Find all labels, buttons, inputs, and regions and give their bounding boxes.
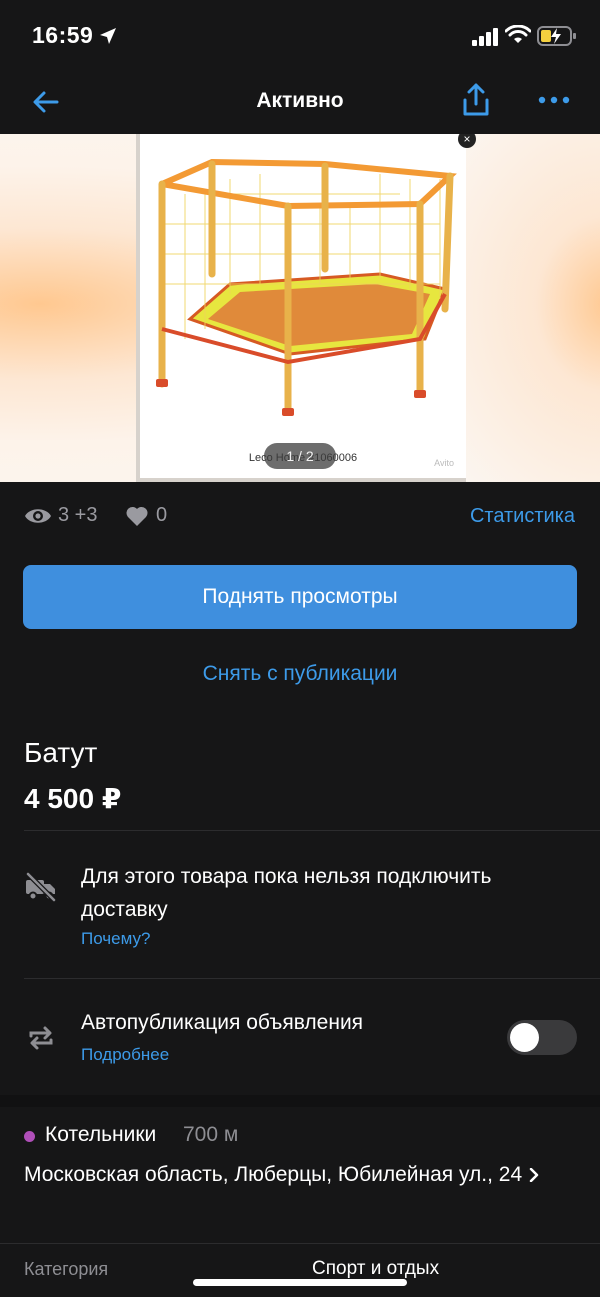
section-separator	[0, 1095, 600, 1107]
metro-distance: 700 м	[183, 1123, 239, 1146]
toggle-knob	[510, 1023, 539, 1052]
share-icon[interactable]	[459, 82, 493, 118]
screen: 16:59 Активно × Leco Avito 1 / 2 3 +3 0 …	[0, 0, 600, 1297]
cellular-signal-icon	[472, 28, 498, 46]
delivery-unavailable-text: Для этого товара пока нельзя подключить …	[81, 865, 492, 921]
divider	[24, 830, 600, 831]
delivery-disabled-icon	[26, 872, 56, 902]
home-indicator[interactable]	[193, 1279, 407, 1286]
heart-icon	[126, 506, 148, 526]
navigation-bar: Активно	[0, 70, 600, 134]
page-title: Активно	[256, 89, 344, 112]
eye-icon	[25, 509, 51, 523]
divider	[24, 978, 600, 979]
photo-watermark: Avito	[434, 458, 454, 468]
autopublish-toggle[interactable]	[507, 1020, 577, 1055]
address-link[interactable]: Московская область, Люберцы, Юбилейная у…	[24, 1159, 564, 1190]
views-count: 3 +3	[58, 504, 98, 526]
likes-count: 0	[156, 504, 168, 526]
statistics-link[interactable]: Статистика	[470, 505, 575, 528]
photo-counter: 1 / 2	[264, 443, 336, 469]
unpublish-link[interactable]: Снять с публикации	[0, 662, 600, 686]
photo-gallery[interactable]: × Leco Home #1060006 Avito 1 / 2	[0, 134, 600, 482]
metro-station: Котельники	[45, 1123, 157, 1146]
wifi-icon	[505, 25, 531, 43]
detail-value-category: Спорт и отдых	[312, 1258, 440, 1279]
promote-views-button[interactable]: Поднять просмотры	[23, 565, 577, 629]
battery-charging-icon	[537, 26, 576, 46]
stats-row: 3 +3 0 Статистика	[0, 500, 600, 534]
autopublish-more-link[interactable]: Подробнее	[81, 1045, 169, 1065]
trampoline-image	[156, 158, 457, 416]
status-bar: 16:59	[0, 0, 600, 70]
repeat-icon	[29, 1026, 53, 1050]
autopublish-label: Автопубликация объявления	[81, 1011, 364, 1034]
item-title: Батут	[24, 737, 98, 768]
metro-line-icon	[24, 1131, 35, 1142]
chevron-right-icon	[529, 1168, 539, 1183]
listing-photo[interactable]: × Leco Home #1060006 Avito	[136, 134, 476, 482]
gallery-background	[460, 134, 600, 482]
divider	[0, 1243, 600, 1244]
location-arrow-icon	[100, 28, 116, 44]
item-price: 4 500 ₽	[24, 783, 122, 814]
address-text: Московская область, Люберцы, Юбилейная у…	[24, 1163, 523, 1186]
why-link[interactable]: Почему?	[81, 929, 150, 949]
more-dots-icon[interactable]	[538, 92, 570, 108]
status-time: 16:59	[32, 22, 94, 48]
detail-label-category: Категория	[24, 1259, 109, 1279]
